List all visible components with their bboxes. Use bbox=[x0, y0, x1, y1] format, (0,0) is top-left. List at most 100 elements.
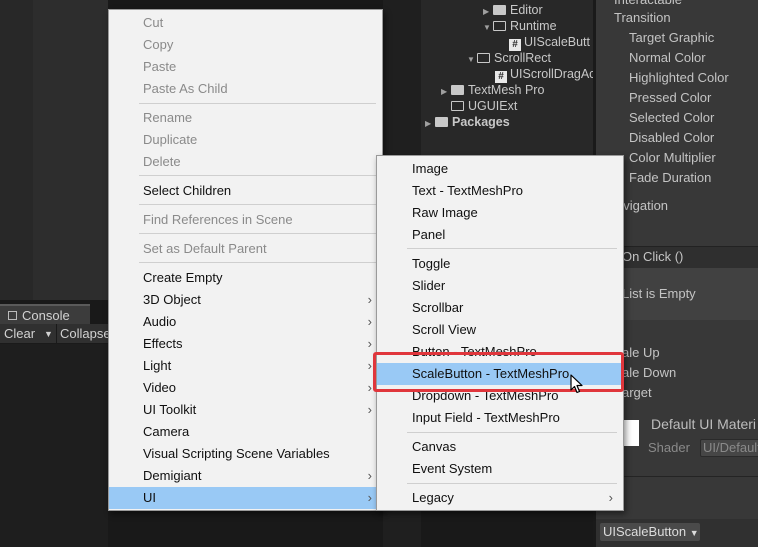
console-icon bbox=[8, 311, 17, 320]
menu-separator bbox=[407, 432, 617, 433]
menu-item-effects[interactable]: Effects › bbox=[109, 333, 382, 355]
scale-up-label: ale Up bbox=[622, 345, 660, 360]
submenu-arrow-icon: › bbox=[367, 314, 372, 329]
submenu-item-legacy[interactable]: Legacy › bbox=[377, 487, 623, 509]
menu-item-duplicate[interactable]: Duplicate bbox=[109, 129, 382, 151]
tree-item-uiscalebutton[interactable]: # UIScaleButt bbox=[509, 34, 590, 51]
menu-item-find-references[interactable]: Find References in Scene bbox=[109, 209, 382, 231]
folder-icon bbox=[451, 85, 464, 95]
prop-normal-color: Normal Color bbox=[629, 50, 706, 65]
submenu-item-slider[interactable]: Slider bbox=[377, 275, 623, 297]
console-body bbox=[0, 341, 108, 547]
collapse-arrow-icon[interactable]: ▼ bbox=[467, 52, 477, 68]
menu-separator bbox=[407, 248, 617, 249]
tab-console[interactable]: Console bbox=[0, 304, 90, 324]
menu-item-camera[interactable]: Camera bbox=[109, 421, 382, 443]
menu-item-video[interactable]: Video › bbox=[109, 377, 382, 399]
submenu-arrow-icon: › bbox=[367, 380, 372, 395]
ui-submenu: Image Text - TextMeshPro Raw Image Panel… bbox=[376, 155, 624, 511]
expand-arrow-icon[interactable]: ▶ bbox=[441, 84, 451, 100]
mouse-cursor-icon bbox=[570, 374, 583, 394]
submenu-arrow-icon: › bbox=[367, 358, 372, 373]
menu-item-ui[interactable]: UI › bbox=[109, 487, 382, 509]
tree-item-scrollrect[interactable]: ▼ ScrollRect bbox=[467, 50, 551, 66]
context-menu: Cut Copy Paste Paste As Child Rename Dup… bbox=[108, 9, 383, 511]
menu-item-paste-as-child[interactable]: Paste As Child bbox=[109, 78, 382, 100]
shader-label: Shader bbox=[648, 440, 690, 455]
menu-item-paste[interactable]: Paste bbox=[109, 56, 382, 78]
tree-item-editor[interactable]: ▶ Editor bbox=[483, 2, 543, 18]
menu-item-select-children[interactable]: Select Children bbox=[109, 180, 382, 202]
menu-item-demigiant[interactable]: Demigiant › bbox=[109, 465, 382, 487]
submenu-item-raw-image[interactable]: Raw Image bbox=[377, 202, 623, 224]
submenu-arrow-icon: › bbox=[608, 490, 613, 505]
prop-disabled-color: Disabled Color bbox=[629, 130, 715, 145]
prop-color-multiplier: Color Multiplier bbox=[629, 150, 716, 165]
highlight-annotation bbox=[373, 352, 624, 392]
submenu-item-panel[interactable]: Panel bbox=[377, 224, 623, 246]
tree-item-textmeshpro[interactable]: ▶ TextMesh Pro bbox=[441, 82, 544, 98]
menu-separator bbox=[139, 175, 376, 176]
prop-pressed-color: Pressed Color bbox=[629, 90, 712, 105]
menu-separator bbox=[139, 233, 376, 234]
menu-item-copy[interactable]: Copy bbox=[109, 34, 382, 56]
tree-item-uiscrolldrag[interactable]: # UIScrollDragAc bbox=[495, 66, 595, 83]
scale-down-label: ale Down bbox=[622, 365, 677, 380]
open-folder-icon bbox=[477, 53, 490, 63]
tree-item-runtime[interactable]: ▼ Runtime bbox=[483, 18, 557, 34]
collapse-arrow-icon[interactable]: ▼ bbox=[483, 20, 493, 36]
prop-selected-color: Selected Color bbox=[629, 110, 715, 125]
prop-fade-duration: Fade Duration bbox=[629, 170, 712, 185]
submenu-arrow-icon: › bbox=[367, 402, 372, 417]
prop-highlighted-color: Highlighted Color bbox=[629, 70, 729, 85]
menu-item-create-empty[interactable]: Create Empty bbox=[109, 267, 382, 289]
menu-item-audio[interactable]: Audio › bbox=[109, 311, 382, 333]
collapse-button[interactable]: Collapse bbox=[60, 324, 111, 344]
menu-separator bbox=[407, 483, 617, 484]
submenu-item-scrollbar[interactable]: Scrollbar bbox=[377, 297, 623, 319]
menu-separator bbox=[139, 262, 376, 263]
submenu-arrow-icon: › bbox=[367, 292, 372, 307]
menu-item-visual-scripting[interactable]: Visual Scripting Scene Variables bbox=[109, 443, 382, 465]
transition-label: Transition bbox=[614, 10, 671, 25]
menu-item-rename[interactable]: Rename bbox=[109, 107, 382, 129]
menu-item-3d-object[interactable]: 3D Object › bbox=[109, 289, 382, 311]
submenu-item-canvas[interactable]: Canvas bbox=[377, 436, 623, 458]
menu-item-cut[interactable]: Cut bbox=[109, 12, 382, 34]
clear-button[interactable]: Clear bbox=[4, 324, 35, 344]
menu-separator bbox=[139, 103, 376, 104]
submenu-item-image[interactable]: Image bbox=[377, 158, 623, 180]
target-label: arget bbox=[622, 385, 652, 400]
submenu-arrow-icon: › bbox=[367, 468, 372, 483]
tree-item-uguiext[interactable]: UGUIExt bbox=[451, 98, 517, 114]
submenu-item-text-tmp[interactable]: Text - TextMeshPro bbox=[377, 180, 623, 202]
tree-item-packages[interactable]: ▶ Packages bbox=[425, 114, 510, 130]
scene-view-panel bbox=[33, 0, 108, 300]
submenu-item-input-field-tmp[interactable]: Input Field - TextMeshPro bbox=[377, 407, 623, 429]
submenu-item-scroll-view[interactable]: Scroll View bbox=[377, 319, 623, 341]
material-name: Default UI Materi bbox=[651, 416, 757, 432]
dropdown-arrow-icon: ▼ bbox=[689, 528, 699, 538]
project-panel: ▶ Editor ▼ Runtime # UIScaleButt ▼ ScrollRec… bbox=[421, 0, 595, 155]
onclick-label: On Click () bbox=[622, 249, 684, 264]
menu-separator bbox=[139, 204, 376, 205]
console-toolbar: Clear ▼ Collapse bbox=[0, 324, 111, 344]
submenu-arrow-icon: › bbox=[367, 336, 372, 351]
shader-value: UI/Default bbox=[703, 440, 758, 455]
list-empty-label: List is Empty bbox=[622, 286, 696, 301]
submenu-item-toggle[interactable]: Toggle bbox=[377, 253, 623, 275]
folder-icon bbox=[493, 5, 506, 15]
footer-dropdown[interactable]: UIScaleButton ▼ bbox=[600, 523, 700, 541]
menu-item-light[interactable]: Light › bbox=[109, 355, 382, 377]
menu-item-ui-toolkit[interactable]: UI Toolkit › bbox=[109, 399, 382, 421]
open-folder-icon bbox=[451, 101, 464, 111]
clear-dropdown-icon[interactable]: ▼ bbox=[44, 324, 53, 344]
expand-arrow-icon[interactable]: ▶ bbox=[425, 116, 435, 132]
submenu-item-event-system[interactable]: Event System bbox=[377, 458, 623, 480]
menu-item-delete[interactable]: Delete bbox=[109, 151, 382, 173]
submenu-arrow-icon: › bbox=[367, 490, 372, 505]
menu-item-set-default-parent[interactable]: Set as Default Parent bbox=[109, 238, 382, 260]
folder-icon bbox=[435, 117, 448, 127]
prop-target-graphic: Target Graphic bbox=[629, 30, 715, 45]
open-folder-icon bbox=[493, 21, 506, 31]
